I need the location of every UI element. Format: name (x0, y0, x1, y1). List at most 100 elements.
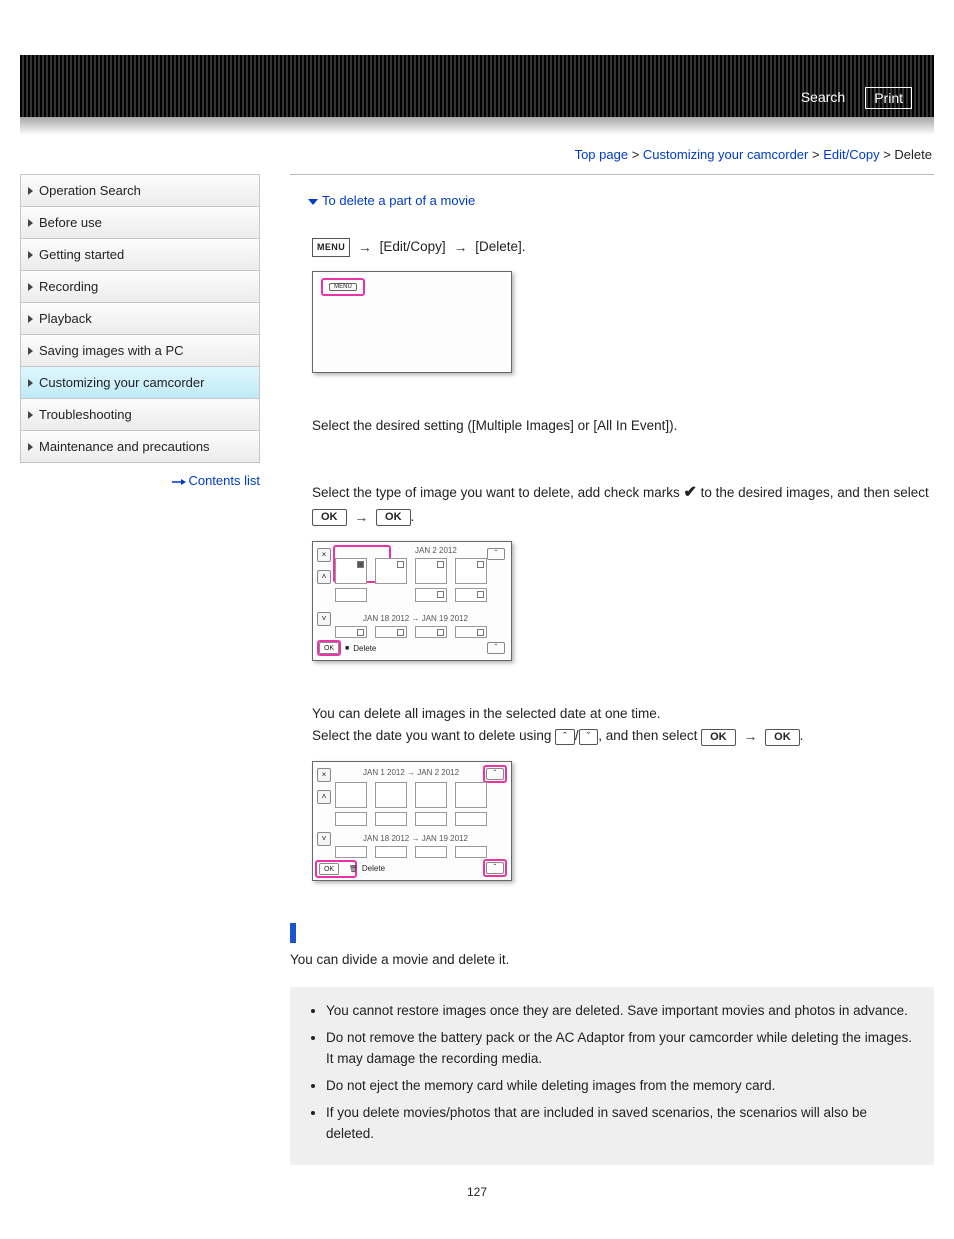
up-icon: ˄ (317, 790, 331, 804)
thumbnail (455, 846, 487, 858)
lcd-foot-label: Delete (353, 644, 376, 653)
sidebar-item-label: Recording (39, 279, 98, 294)
thumbnail (455, 626, 487, 638)
note-item: You cannot restore images once they are … (326, 1001, 916, 1022)
up-icon: ˄ (317, 570, 331, 584)
sidebar-item-getting-started[interactable]: Getting started (21, 239, 259, 271)
thumbnail (455, 558, 487, 584)
breadcrumb-link[interactable]: Edit/Copy (823, 147, 879, 162)
sidebar-item-label: Playback (39, 311, 92, 326)
arrow-right-icon (172, 474, 186, 489)
step-text: Select the date you want to delete using… (312, 725, 934, 748)
sidebar-item-label: Before use (39, 215, 102, 230)
thumbnail (415, 588, 447, 602)
step-text: Select the type of image you want to del… (312, 480, 934, 530)
breadcrumb: Top page > Customizing your camcorder > … (20, 147, 934, 162)
step-text: You can delete all images in the selecte… (312, 703, 934, 725)
lcd-foot-label: Delete (362, 864, 385, 873)
thumbnail (335, 588, 367, 602)
highlight-menu: MENU (321, 278, 365, 296)
note-item: Do not eject the memory card while delet… (326, 1076, 916, 1097)
breadcrumb-current: Delete (894, 147, 932, 162)
page-number: 127 (20, 1185, 934, 1199)
sidebar-item-saving-images[interactable]: Saving images with a PC (21, 335, 259, 367)
sidebar-item-maintenance[interactable]: Maintenance and precautions (21, 431, 259, 462)
sidebar-item-label: Maintenance and precautions (39, 439, 210, 454)
sidebar-item-before-use[interactable]: Before use (21, 207, 259, 239)
down-icon: ˅ (317, 832, 331, 846)
thumbnail (375, 812, 407, 826)
sidebar-item-label: Saving images with a PC (39, 343, 184, 358)
thumbnail (415, 846, 447, 858)
scroll-down-icon: ˇ (487, 642, 505, 654)
print-button[interactable]: Print (865, 87, 912, 109)
triangle-down-icon (308, 199, 318, 205)
thumbnail (335, 812, 367, 826)
close-icon: × (317, 548, 331, 562)
ok-button-icon: OK (701, 729, 736, 746)
thumbnail (375, 626, 407, 638)
scroll-down-icon: ˇ (579, 729, 599, 745)
step-text: MENU [Edit/Copy] [Delete]. (312, 236, 934, 259)
arrow-right-icon (743, 725, 757, 748)
thumbnail (455, 812, 487, 826)
breadcrumb-link[interactable]: Top page (575, 147, 629, 162)
note-item: Do not remove the battery pack or the AC… (326, 1028, 916, 1070)
lcd-date-label: JAN 18 2012 → JAN 19 2012 (363, 614, 468, 623)
down-icon: ˅ (317, 612, 331, 626)
search-button[interactable]: Search (793, 87, 853, 109)
jump-link-label: To delete a part of a movie (322, 193, 475, 208)
sidebar-item-operation-search[interactable]: Operation Search (21, 175, 259, 207)
thumbnail (335, 782, 367, 808)
thumbnail (375, 846, 407, 858)
sidebar-item-customizing[interactable]: Customizing your camcorder (21, 367, 259, 399)
breadcrumb-link[interactable]: Customizing your camcorder (643, 147, 808, 162)
thumbnail (415, 626, 447, 638)
section-text: You can divide a movie and delete it. (290, 949, 934, 971)
top-banner: Search Print (20, 55, 934, 117)
scroll-up-icon: ˆ (486, 768, 504, 780)
scroll-up-icon: ˆ (555, 729, 575, 745)
contents-list-link[interactable]: Contents list (188, 473, 260, 488)
ok-button-icon: OK (765, 729, 800, 746)
step-text: Select the desired setting ([Multiple Im… (312, 415, 934, 437)
lcd-date-label: JAN 2 2012 (415, 546, 457, 555)
ok-button-icon: OK (376, 509, 411, 526)
lcd-illustration: × JAN 1 2012 → JAN 2 2012 ˆ ˄ (312, 761, 512, 881)
sidebar-item-troubleshooting[interactable]: Troubleshooting (21, 399, 259, 431)
sidebar-item-label: Getting started (39, 247, 124, 262)
thumbnail (375, 782, 407, 808)
thumbnail (335, 558, 367, 584)
ok-icon: OK (319, 642, 339, 654)
sidebar-item-playback[interactable]: Playback (21, 303, 259, 335)
thumbnail (455, 782, 487, 808)
thumbnail (415, 558, 447, 584)
ok-button-icon: OK (312, 509, 347, 526)
sidebar-item-label: Operation Search (39, 183, 141, 198)
check-icon: ✔ (683, 480, 696, 506)
thumbnail (335, 626, 367, 638)
arrow-right-icon (453, 236, 467, 259)
section-mark-icon (290, 923, 296, 943)
note-item: If you delete movies/photos that are inc… (326, 1103, 916, 1145)
thumbnail (455, 588, 487, 602)
lcd-date-label: JAN 18 2012 → JAN 19 2012 (363, 834, 468, 843)
scroll-down-icon: ˇ (486, 862, 504, 874)
lcd-illustration: × JAN 2 2012 ˆ ˄ (312, 541, 512, 661)
sidebar-item-label: Customizing your camcorder (39, 375, 204, 390)
menu-button-icon: MENU (312, 238, 350, 257)
notes-box: You cannot restore images once they are … (290, 987, 934, 1165)
thumbnail (335, 846, 367, 858)
jump-link[interactable]: To delete a part of a movie (308, 193, 934, 208)
arrow-right-icon (354, 506, 368, 529)
scroll-up-icon: ˆ (487, 548, 505, 560)
sidebar-item-recording[interactable]: Recording (21, 271, 259, 303)
close-icon: × (317, 768, 331, 782)
thumbnail (415, 812, 447, 826)
arrow-right-icon (358, 236, 372, 259)
thumbnail (375, 558, 407, 584)
ok-icon: OK (319, 863, 339, 875)
sidebar: Operation Search Before use Getting star… (20, 174, 260, 463)
lcd-illustration: MENU (312, 271, 512, 373)
divider (290, 174, 934, 175)
